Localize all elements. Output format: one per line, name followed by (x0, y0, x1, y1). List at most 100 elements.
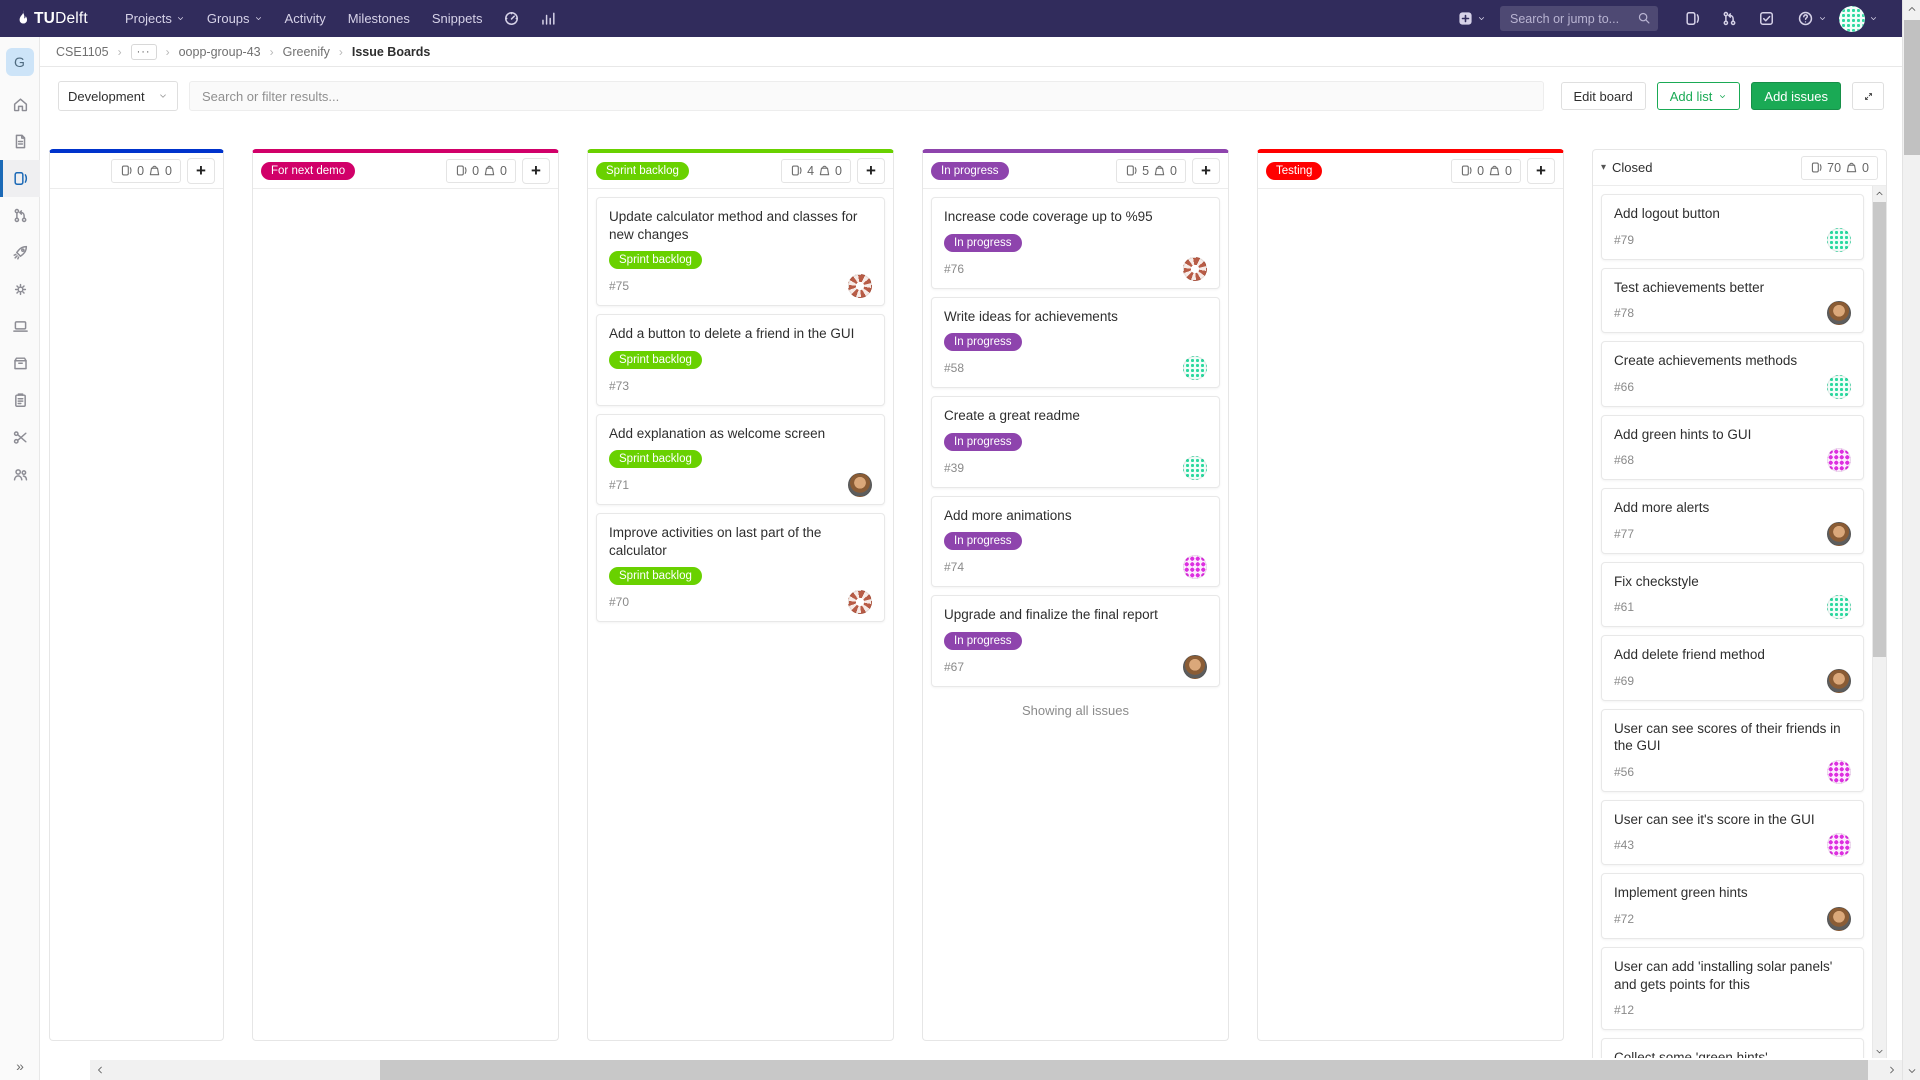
assignee-avatar[interactable] (1827, 760, 1851, 784)
board-horizontal-scrollbar[interactable] (90, 1060, 1902, 1080)
issue-card[interactable]: Create achievements methods#66 (1601, 341, 1864, 407)
fullscreen-button[interactable] (1852, 82, 1884, 110)
sidebar-item-ci-cd[interactable] (0, 234, 40, 271)
assignee-avatar[interactable] (1827, 907, 1851, 931)
issue-card[interactable]: Increase code coverage up to %95In progr… (931, 197, 1220, 289)
board-switcher-dropdown[interactable]: Development (58, 81, 178, 111)
column-scroll-thumb[interactable] (1873, 202, 1886, 657)
add-issue-button[interactable]: + (857, 158, 885, 184)
page-vertical-scrollbar[interactable] (1902, 0, 1920, 1080)
horizontal-scroll-thumb[interactable] (380, 1060, 1868, 1080)
issue-card[interactable]: Write ideas for achievementsIn progress#… (931, 297, 1220, 389)
sidebar-expand-button[interactable]: » (0, 1058, 40, 1074)
scroll-down-arrow[interactable] (1903, 1062, 1920, 1080)
scroll-up-arrow[interactable] (1903, 0, 1920, 18)
assignee-avatar[interactable] (848, 590, 872, 614)
assignee-avatar[interactable] (1183, 555, 1207, 579)
assignee-avatar[interactable] (848, 473, 872, 497)
column-label[interactable]: Testing (1266, 162, 1322, 180)
sidebar-item-merge-requests[interactable] (0, 197, 40, 234)
global-search-input[interactable] (1500, 6, 1658, 31)
issue-label[interactable]: In progress (944, 333, 1022, 351)
assignee-avatar[interactable] (1827, 375, 1851, 399)
nav-menu-item-groups[interactable]: Groups (196, 0, 274, 37)
user-menu-button[interactable] (1839, 6, 1878, 32)
issue-card[interactable]: Add logout button#79 (1601, 194, 1864, 260)
issue-label[interactable]: Sprint backlog (609, 450, 702, 468)
sidebar-item-home[interactable] (0, 86, 40, 123)
sidebar-item-packages[interactable] (0, 345, 40, 382)
issue-card[interactable]: Add explanation as welcome screenSprint … (596, 414, 885, 506)
board-filter-input[interactable] (189, 81, 1544, 111)
issue-label[interactable]: Sprint backlog (609, 251, 702, 269)
scroll-right-arrow[interactable] (1882, 1060, 1902, 1080)
issues-icon[interactable] (1684, 10, 1701, 27)
column-label[interactable]: In progress (931, 162, 1009, 180)
column-label[interactable]: Sprint backlog (596, 162, 689, 180)
issue-card[interactable]: Add green hints to GUI#68 (1601, 415, 1864, 481)
assignee-avatar[interactable] (1183, 655, 1207, 679)
issue-card[interactable]: Create a great readmeIn progress#39 (931, 396, 1220, 488)
issue-card[interactable]: Collect some 'green hints'#64 (1601, 1038, 1864, 1058)
help-menu-button[interactable] (1797, 10, 1827, 27)
assignee-avatar[interactable] (1827, 833, 1851, 857)
issue-card[interactable]: Add more animationsIn progress#74 (931, 496, 1220, 588)
breadcrumb-item-cse1105[interactable]: CSE1105 (56, 45, 109, 59)
sidebar-item-members[interactable] (0, 456, 40, 493)
sidebar-item-issue-boards[interactable] (0, 160, 40, 197)
assignee-avatar[interactable] (1827, 301, 1851, 325)
add-issue-button[interactable]: + (1192, 158, 1220, 184)
merge-requests-icon[interactable] (1721, 10, 1738, 27)
issue-card[interactable]: Add a button to delete a friend in the G… (596, 314, 885, 406)
column-label[interactable]: For next demo (261, 162, 355, 180)
scroll-down-arrow[interactable] (1873, 1044, 1886, 1058)
add-issues-button[interactable]: Add issues (1751, 82, 1841, 110)
issue-card[interactable]: Improve activities on last part of the c… (596, 513, 885, 622)
tudelft-logo[interactable]: TUDelft (16, 9, 88, 29)
issue-card[interactable]: Add more alerts#77 (1601, 488, 1864, 554)
issue-card[interactable]: User can add 'installing solar panels' a… (1601, 947, 1864, 1030)
assignee-avatar[interactable] (1183, 356, 1207, 380)
add-list-button[interactable]: Add list (1657, 82, 1741, 110)
breadcrumb-item-greenify[interactable]: Greenify (283, 45, 330, 59)
assignee-avatar[interactable] (848, 274, 872, 298)
assignee-avatar[interactable] (1183, 257, 1207, 281)
sidebar-item-repository[interactable] (0, 123, 40, 160)
assignee-avatar[interactable] (1827, 228, 1851, 252)
scroll-left-arrow[interactable] (90, 1060, 110, 1080)
issue-card[interactable]: Add delete friend method#69 (1601, 635, 1864, 701)
scroll-up-arrow[interactable] (1873, 186, 1886, 200)
issue-label[interactable]: Sprint backlog (609, 567, 702, 585)
charts-icon[interactable] (540, 10, 557, 27)
issue-card[interactable]: Update calculator method and classes for… (596, 197, 885, 306)
issue-label[interactable]: In progress (944, 632, 1022, 650)
sidebar-item-environments[interactable] (0, 308, 40, 345)
assignee-avatar[interactable] (1827, 669, 1851, 693)
issue-label[interactable]: In progress (944, 433, 1022, 451)
issue-card[interactable]: User can see it's score in the GUI#43 (1601, 800, 1864, 866)
nav-menu-item-milestones[interactable]: Milestones (337, 0, 421, 37)
nav-menu-item-projects[interactable]: Projects (114, 0, 196, 37)
column-scrollbar[interactable] (1872, 186, 1886, 1058)
sidebar-item-snippets[interactable] (0, 419, 40, 456)
nav-menu-item-snippets[interactable]: Snippets (421, 0, 494, 37)
sidebar-item-analytics[interactable] (0, 382, 40, 419)
column-title[interactable]: ▾Closed (1601, 160, 1653, 175)
breadcrumb-ellipsis-button[interactable]: ··· (131, 44, 157, 60)
project-avatar[interactable]: G (6, 48, 34, 76)
assignee-avatar[interactable] (1183, 456, 1207, 480)
todos-icon[interactable] (1758, 10, 1775, 27)
assignee-avatar[interactable] (1827, 448, 1851, 472)
issue-label[interactable]: In progress (944, 234, 1022, 252)
nav-menu-item-activity[interactable]: Activity (274, 0, 337, 37)
issue-card[interactable]: Implement green hints#72 (1601, 873, 1864, 939)
add-issue-button[interactable]: + (522, 158, 550, 184)
issue-label[interactable]: In progress (944, 532, 1022, 550)
breadcrumb-item-oopp-group-43[interactable]: oopp-group-43 (179, 45, 261, 59)
issue-card[interactable]: Upgrade and finalize the final reportIn … (931, 595, 1220, 687)
issue-label[interactable]: Sprint backlog (609, 351, 702, 369)
dashboard-icon[interactable] (503, 10, 520, 27)
assignee-avatar[interactable] (1827, 595, 1851, 619)
edit-board-button[interactable]: Edit board (1561, 82, 1646, 110)
vertical-scroll-thumb[interactable] (1904, 20, 1920, 155)
